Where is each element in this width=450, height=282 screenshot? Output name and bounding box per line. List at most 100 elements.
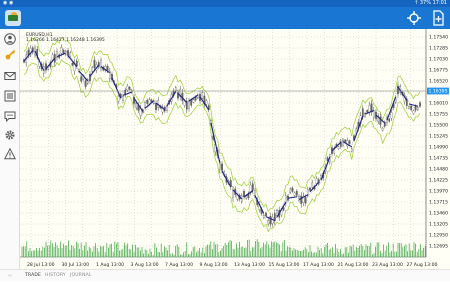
y-tick-label: 1.12695 (429, 244, 448, 250)
candle-body (414, 106, 417, 111)
x-tick-label: 30 Jul 13:00 (62, 262, 90, 268)
status-right: ↑ 37% 17:01 (414, 0, 447, 6)
y-tick-label: 1.13715 (429, 200, 448, 206)
current-price-label: 1.16395 (429, 89, 448, 95)
moving-average-segment (397, 86, 408, 101)
candle-body (221, 163, 223, 171)
chart-header: EURUSD,H1 1.16266 1.16427 1.16248 1.1639… (26, 33, 105, 43)
candle-body (51, 54, 54, 60)
candle-body (293, 192, 296, 196)
y-tick-label: 1.16775 (429, 68, 448, 74)
candle-body (146, 99, 149, 104)
mail-icon[interactable] (4, 70, 16, 82)
x-tick-label: 17 Aug 13:00 (303, 262, 334, 268)
x-tick-label: 23 Aug 13:00 (372, 262, 403, 268)
new-order-icon[interactable] (430, 10, 446, 26)
top-toolbar (0, 7, 450, 29)
chart-canvas[interactable]: 1.17540 1.17285 1.17030 1.16775 1.16520 1.162… (20, 29, 450, 269)
candle-body (265, 212, 267, 217)
candle-body (201, 92, 204, 99)
x-tick-label: 13 Aug 13:00 (234, 262, 265, 268)
candle-body (370, 103, 373, 112)
candle-body (67, 50, 69, 56)
y-tick-label: 1.14225 (429, 178, 448, 184)
price-chart[interactable]: EURUSD,H1 1.16266 1.16427 1.16248 1.1639… (20, 29, 450, 269)
chat-icon[interactable] (4, 110, 16, 122)
candle-body (62, 50, 65, 54)
x-tick-label: 1 Aug 13:00 (96, 262, 124, 268)
candle-body (243, 191, 245, 197)
candle-body (262, 215, 265, 218)
candle-body (315, 178, 318, 184)
y-tick-label: 1.15245 (429, 134, 448, 140)
app-logo-icon[interactable] (5, 10, 21, 26)
x-tick-label: 15 Aug 13:00 (269, 262, 300, 268)
candle-body (276, 210, 278, 216)
candle-body (249, 184, 252, 193)
candle-body (344, 139, 347, 143)
y-tick-label: 1.14735 (429, 156, 448, 162)
alerts-icon[interactable] (4, 148, 16, 160)
clock: 17:01 (432, 0, 447, 6)
settings-icon[interactable] (4, 129, 16, 141)
candle-body (410, 106, 413, 110)
candle-body (348, 140, 351, 144)
y-tick-label: 1.15755 (429, 112, 448, 118)
key-icon[interactable] (4, 49, 16, 61)
y-tick-label: 1.17540 (429, 35, 448, 41)
candle-body (80, 76, 83, 82)
candle-body (91, 67, 94, 72)
candle-body (306, 189, 309, 195)
candle-body (291, 187, 294, 192)
tab-scroll-arrows[interactable]: ‹› (8, 273, 12, 279)
candle-body (135, 103, 138, 109)
x-tick-label: 9 Aug 13:00 (200, 262, 228, 268)
y-tick-label: 1.16520 (429, 79, 448, 85)
candle-body (412, 110, 415, 114)
candle-body (366, 110, 369, 113)
moving-average-segment (408, 103, 418, 107)
candle-body (190, 100, 193, 106)
candle-body (390, 112, 393, 119)
y-tick-label: 1.16010 (429, 101, 448, 107)
candle-body (205, 100, 208, 105)
candle-body (144, 102, 146, 108)
bottom-tabs: ‹› TRADE HISTORY JOURNAL (0, 269, 450, 281)
account-icon[interactable] (4, 33, 16, 45)
candle-body (361, 108, 364, 117)
candle-body (311, 182, 314, 188)
candle-body (254, 190, 256, 196)
y-tick-label: 1.14990 (429, 145, 448, 151)
candle-body (289, 188, 292, 193)
moving-average-segment (287, 196, 297, 199)
y-tick-label: 1.17285 (429, 46, 448, 52)
candle-body (342, 140, 344, 146)
candle-body (300, 195, 303, 204)
y-tick-label: 1.13970 (429, 189, 448, 195)
candle-body (350, 148, 353, 152)
candle-body (155, 103, 157, 110)
candle-body (188, 101, 190, 109)
candle-body (166, 106, 168, 111)
tab-history[interactable]: HISTORY (45, 270, 66, 282)
tab-journal[interactable]: JOURNAL (70, 270, 92, 282)
x-tick-label: 21 Aug 13:00 (338, 262, 369, 268)
candle-body (93, 60, 96, 68)
candle-body (236, 195, 239, 200)
candle-body (408, 106, 410, 109)
y-tick-label: 1.14480 (429, 167, 448, 173)
news-icon[interactable] (4, 90, 16, 102)
candle-body (117, 96, 120, 102)
candle-body (60, 47, 63, 54)
candle-body (218, 162, 221, 170)
candle-body (295, 191, 298, 196)
y-tick-label: 1.15500 (429, 123, 448, 129)
status-bar: ◉ ◉ ↑ 37% 17:01 (0, 0, 450, 7)
crosshair-icon[interactable] (406, 10, 422, 26)
candle-body (309, 187, 311, 191)
candle-body (69, 52, 72, 57)
left-sidebar (0, 29, 20, 281)
candle-body (192, 99, 195, 103)
x-tick-label: 28 Jul 13:00 (27, 262, 55, 268)
tab-trade[interactable]: TRADE (25, 270, 41, 282)
